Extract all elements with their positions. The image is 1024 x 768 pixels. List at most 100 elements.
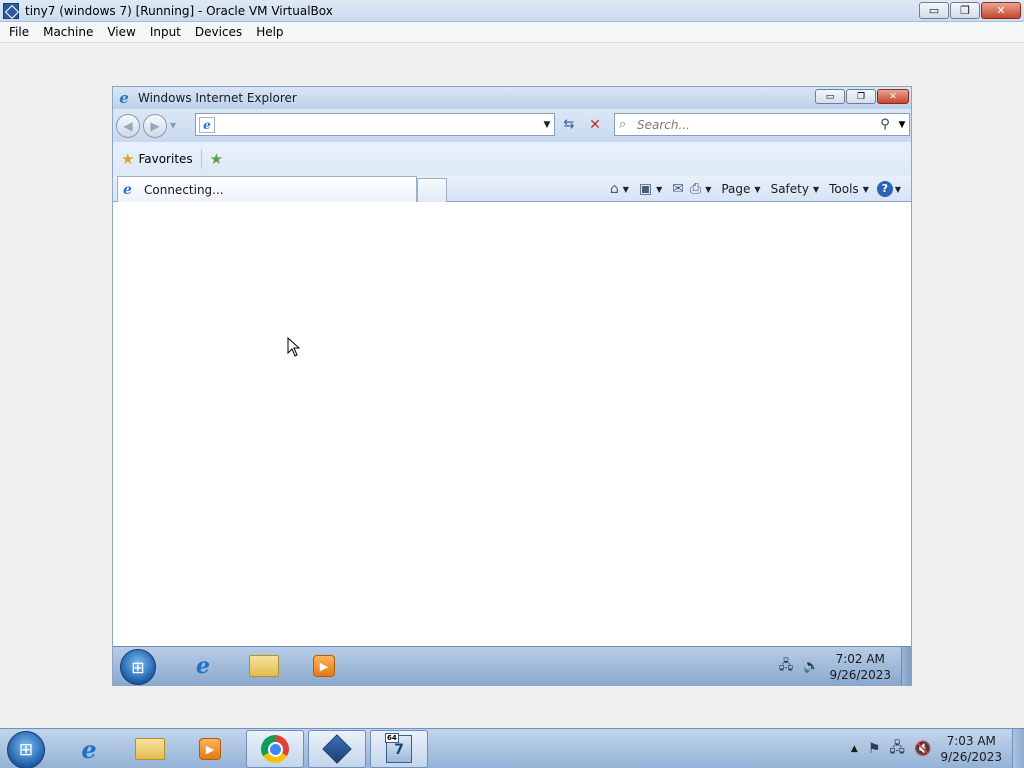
guest-taskbar: ⊞ e ▶ 🖧 🔈 7:02 AM 9/26/2023: [113, 646, 911, 685]
media-player-icon[interactable]: ▶: [308, 651, 340, 681]
ie-close-button[interactable]: ✕: [877, 89, 909, 104]
minimize-button[interactable]: ▭: [919, 2, 949, 19]
ie-title-bar[interactable]: e Windows Internet Explorer ▭ ❐ ✕: [113, 87, 911, 109]
windows-explorer-icon[interactable]: [248, 651, 280, 681]
add-to-favorites-bar-icon[interactable]: ★: [210, 150, 223, 168]
help-dropdown-icon[interactable]: ▼: [895, 185, 907, 194]
host-taskbar: ⊞ e ▶ 64 7 ▲ ⚑ 🖧 🔇 7:03 AM 9/26/2023: [0, 728, 1024, 768]
menu-file[interactable]: File: [2, 22, 36, 43]
favorites-button[interactable]: Favorites: [138, 152, 192, 166]
virtualbox-title-bar[interactable]: tiny7 (windows 7) [Running] - Oracle VM …: [0, 0, 1024, 22]
windows-explorer-icon[interactable]: [133, 733, 167, 765]
guest-clock-time: 7:02 AM: [835, 651, 885, 666]
host-system-tray: ▲ ⚑ 🖧 🔇 7:03 AM 9/26/2023: [851, 729, 1024, 768]
guest-vm-screen[interactable]: e Windows Internet Explorer ▭ ❐ ✕ ◀ ▶ ▼ …: [112, 86, 912, 686]
search-options-dropdown-icon[interactable]: ▼: [895, 120, 909, 130]
restore-button[interactable]: ❐: [950, 2, 980, 19]
ie-window-controls: ▭ ❐ ✕: [815, 89, 909, 104]
host-clock[interactable]: 7:03 AM 9/26/2023: [940, 733, 1002, 765]
home-icon[interactable]: ⌂: [608, 181, 621, 197]
tools-menu-button[interactable]: Tools: [827, 182, 861, 196]
command-bar: ⌂ ▼ ▣ ▼ ✉ ⎙ ▼ Page ▼ Safety ▼ Tools ▼ ? …: [608, 176, 907, 202]
minimize-icon: ▭: [928, 4, 940, 17]
vm-number-label: 7: [394, 742, 404, 758]
safety-dropdown-icon[interactable]: ▼: [813, 185, 825, 194]
address-input[interactable]: [215, 114, 540, 135]
show-hidden-icons-icon[interactable]: ▲: [851, 744, 858, 754]
minimize-icon: ▭: [825, 91, 835, 102]
tab-label: Connecting...: [144, 182, 224, 197]
address-bar[interactable]: e ▼: [195, 113, 555, 136]
guest-clock[interactable]: 7:02 AM 9/26/2023: [829, 651, 891, 683]
start-orb-icon[interactable]: ⊞: [7, 731, 45, 768]
mouse-cursor-icon: [287, 337, 301, 357]
page-menu-button[interactable]: Page: [719, 182, 752, 196]
tab-loading-icon: e: [123, 181, 132, 198]
stop-icon[interactable]: ✕: [584, 115, 606, 135]
ie-navigation-bar: ◀ ▶ ▼ e ▼ ⇆ ✕ ⌕ ⚲ ▼: [113, 109, 911, 142]
menu-machine[interactable]: Machine: [36, 22, 100, 43]
vm-taskbar-button[interactable]: 64 7: [370, 730, 428, 768]
show-desktop-button[interactable]: [1012, 729, 1024, 768]
search-bar[interactable]: ⌕ ⚲ ▼: [614, 113, 910, 136]
recent-pages-dropdown-icon[interactable]: ▼: [170, 121, 180, 130]
back-arrow-icon: ◀: [123, 118, 133, 133]
feeds-icon[interactable]: ▣: [637, 181, 654, 197]
internet-explorer-icon[interactable]: e: [72, 733, 106, 765]
page-content-area[interactable]: [113, 202, 911, 646]
volume-muted-icon[interactable]: 🔇: [914, 741, 931, 757]
tab-connecting[interactable]: e Connecting...: [117, 176, 417, 202]
virtualbox-icon: [322, 734, 352, 764]
page-dropdown-icon[interactable]: ▼: [754, 185, 766, 194]
vm-windows7-icon: 64 7: [385, 733, 412, 763]
print-dropdown-icon[interactable]: ▼: [705, 185, 717, 194]
help-icon[interactable]: ?: [876, 181, 893, 197]
virtualbox-app-icon: [3, 2, 19, 19]
home-dropdown-icon[interactable]: ▼: [623, 185, 635, 194]
network-icon[interactable]: 🖧: [779, 656, 794, 678]
virtualbox-taskbar-button[interactable]: [308, 730, 366, 768]
read-mail-icon[interactable]: ✉: [670, 181, 686, 197]
favorites-star-icon[interactable]: ★: [121, 150, 134, 168]
menu-input[interactable]: Input: [143, 22, 188, 43]
page-icon: e: [199, 116, 215, 133]
ie-restore-button[interactable]: ❐: [846, 89, 876, 104]
menu-devices[interactable]: Devices: [188, 22, 249, 43]
host-clock-time: 7:03 AM: [946, 734, 996, 748]
guest-clock-date: 9/26/2023: [829, 667, 891, 682]
back-button[interactable]: ◀: [116, 113, 140, 138]
favorites-divider: [200, 149, 202, 169]
tab-bar: e Connecting... ⌂ ▼ ▣ ▼ ✉ ⎙ ▼ Page ▼ Saf…: [113, 176, 911, 202]
show-desktop-button[interactable]: [901, 647, 911, 685]
tools-dropdown-icon[interactable]: ▼: [863, 185, 875, 194]
search-input[interactable]: [637, 114, 875, 135]
close-icon: ✕: [996, 4, 1006, 17]
virtualbox-menu-bar: File Machine View Input Devices Help: [0, 22, 1024, 43]
refresh-icon[interactable]: ⇆: [558, 115, 580, 135]
ie-logo-icon: e: [119, 89, 129, 107]
menu-help[interactable]: Help: [249, 22, 290, 43]
menu-view[interactable]: View: [100, 22, 142, 43]
forward-button[interactable]: ▶: [143, 113, 167, 138]
window-controls: ▭ ❐ ✕: [919, 2, 1021, 19]
close-button[interactable]: ✕: [981, 2, 1021, 19]
safety-menu-button[interactable]: Safety: [769, 182, 811, 196]
search-icon[interactable]: ⚲: [875, 117, 895, 132]
ie-minimize-button[interactable]: ▭: [815, 89, 845, 104]
restore-icon: ❐: [960, 4, 970, 17]
internet-explorer-icon[interactable]: e: [187, 651, 219, 681]
start-orb-icon[interactable]: ⊞: [120, 649, 156, 685]
search-provider-icon: ⌕: [619, 117, 627, 132]
media-player-icon[interactable]: ▶: [193, 733, 227, 765]
address-dropdown-icon[interactable]: ▼: [540, 120, 554, 130]
volume-icon[interactable]: 🔈: [803, 659, 819, 674]
network-icon[interactable]: 🖧: [889, 737, 905, 761]
window-title: tiny7 (windows 7) [Running] - Oracle VM …: [25, 3, 333, 18]
guest-system-tray: 🖧 🔈 7:02 AM 9/26/2023: [779, 647, 911, 685]
print-icon[interactable]: ⎙: [688, 181, 703, 197]
vm-arch-tag: 64: [385, 733, 399, 743]
chrome-taskbar-button[interactable]: [246, 730, 304, 768]
new-tab-button[interactable]: [417, 178, 447, 202]
feeds-dropdown-icon[interactable]: ▼: [656, 185, 668, 194]
action-center-alert-icon[interactable]: ⚑: [868, 741, 881, 757]
